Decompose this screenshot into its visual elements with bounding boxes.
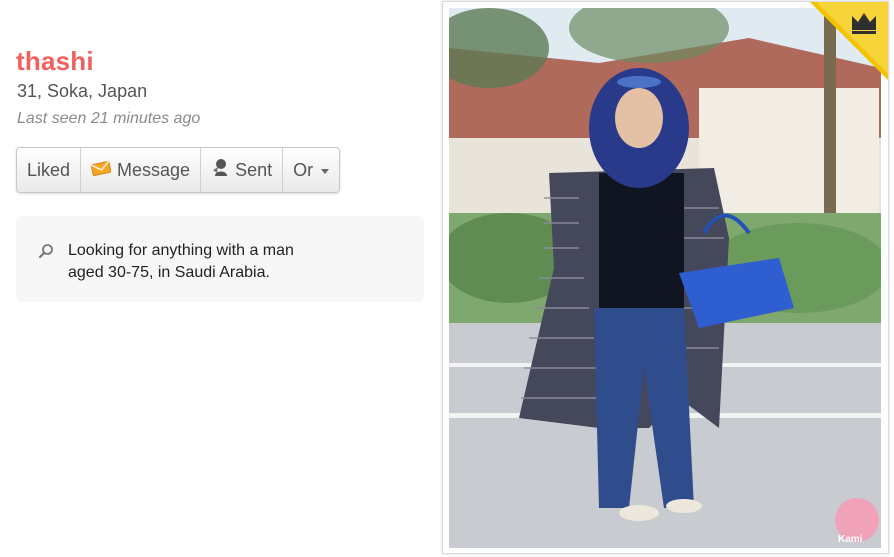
sent-label: Sent	[235, 159, 273, 180]
liked-button[interactable]: Liked	[17, 148, 82, 192]
chevron-down-icon	[321, 168, 330, 174]
envelope-icon	[90, 160, 112, 181]
action-button-group: Liked Message Sent Or	[16, 147, 341, 193]
user-sent-icon	[211, 158, 229, 183]
photo-watermark: Kami	[838, 534, 863, 545]
message-label: Message	[117, 159, 191, 180]
profile-name: thashi	[16, 46, 94, 76]
message-button[interactable]: Message	[81, 148, 202, 192]
search-icon	[38, 243, 54, 264]
last-seen: Last seen 21 minutes ago	[17, 110, 201, 127]
profile-location: 31, Soka, Japan	[17, 81, 148, 101]
premium-badge	[810, 2, 888, 80]
sent-button[interactable]: Sent	[201, 148, 284, 192]
looking-for-text: Looking for anything with a man aged 30-…	[68, 242, 294, 281]
profile-photo-frame: Kami	[442, 1, 889, 554]
looking-for-panel: Looking for anything with a man aged 30-…	[16, 216, 424, 302]
profile-photo[interactable]	[449, 8, 881, 548]
liked-label: Liked	[27, 159, 71, 180]
or-dropdown-button[interactable]: Or	[283, 148, 339, 192]
or-label: Or	[293, 159, 314, 180]
